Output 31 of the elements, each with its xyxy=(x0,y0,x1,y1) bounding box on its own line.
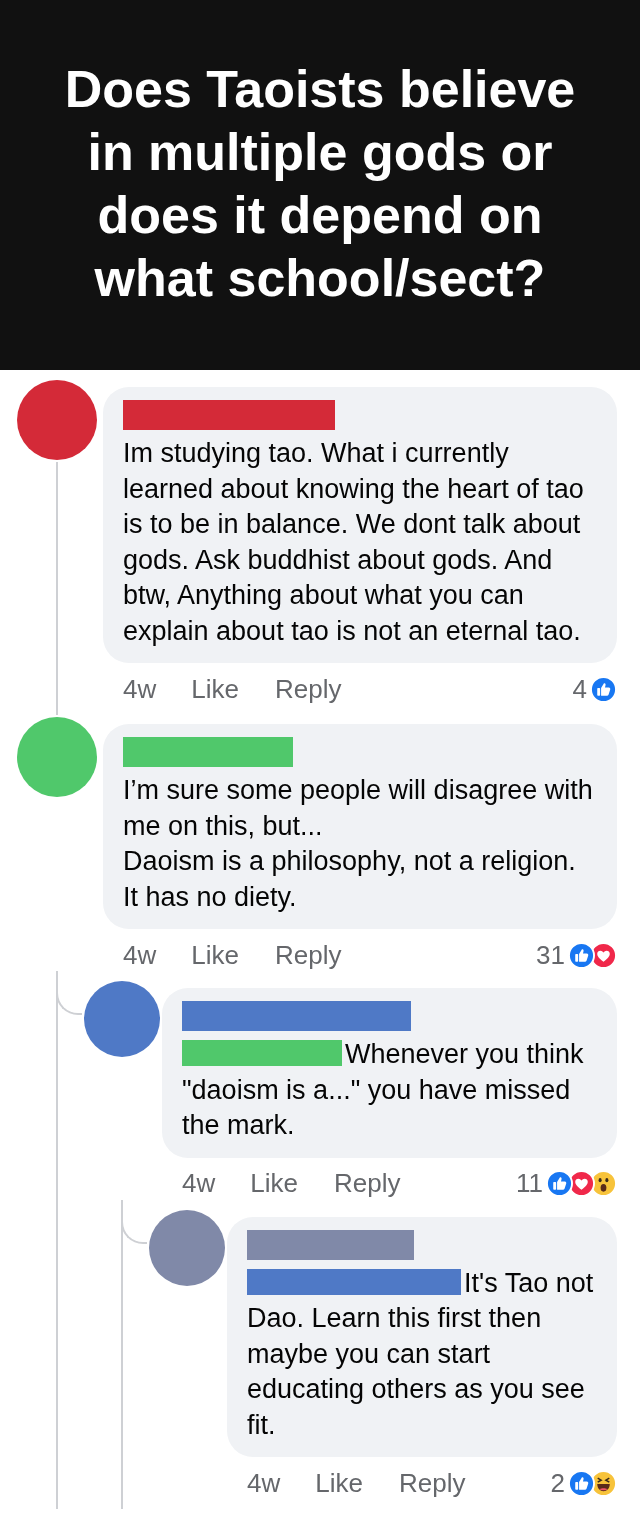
heart-reaction-icon xyxy=(568,1170,595,1197)
reaction-count: 2 xyxy=(550,1466,565,1500)
like-reaction-icon xyxy=(590,675,617,703)
comment-time: 4w xyxy=(123,938,157,972)
comment-text: Im studying tao. What i currently learned about knowing the heart of tao is to be in balance. We dont talk about gods. Ask buddhist about gods. And btw, Anything about what you can explain about tao is not an eternal tao. xyxy=(123,437,585,648)
comment-text: It's Tao not Dao. Learn this first then maybe you can start educating others as you see fit. xyxy=(247,1266,595,1442)
reply-link[interactable]: Reply xyxy=(398,1463,466,1503)
reply-link[interactable]: Reply xyxy=(274,669,342,709)
comment-text: Daoism is a philosophy, not a religion. xyxy=(123,845,577,878)
reaction-count: 31 xyxy=(536,938,565,972)
like-link[interactable]: Like xyxy=(191,935,239,975)
reaction-count: 11 xyxy=(516,1167,543,1200)
question-title: Does Taoists believe in multiple gods or does it depend on what school/sect? xyxy=(63,59,577,309)
comment-time: 4w xyxy=(247,1466,281,1500)
heart-reaction-icon xyxy=(590,941,617,969)
comment-text: Whenever you think "daoism is a..." you have missed the mark. xyxy=(182,1038,585,1142)
like-link[interactable]: Like xyxy=(315,1463,363,1503)
like-reaction-icon xyxy=(568,941,595,969)
comment-text: I’m sure some people will disagree with me on this, but... xyxy=(123,774,594,843)
like-link[interactable]: Like xyxy=(250,1164,298,1203)
comment-time: 4w xyxy=(123,672,157,706)
reply-link[interactable]: Reply xyxy=(274,935,342,975)
like-reaction-icon xyxy=(546,1170,573,1197)
comment-text: It has no diety. xyxy=(123,880,298,914)
reply-link[interactable]: Reply xyxy=(333,1164,401,1203)
like-reaction-icon xyxy=(568,1469,595,1497)
like-link[interactable]: Like xyxy=(191,669,239,709)
comment-time: 4w xyxy=(182,1167,216,1200)
reaction-count: 4 xyxy=(572,672,587,706)
laughing-emoji-icon xyxy=(590,1469,617,1497)
surprised-emoji-icon xyxy=(590,1170,617,1197)
